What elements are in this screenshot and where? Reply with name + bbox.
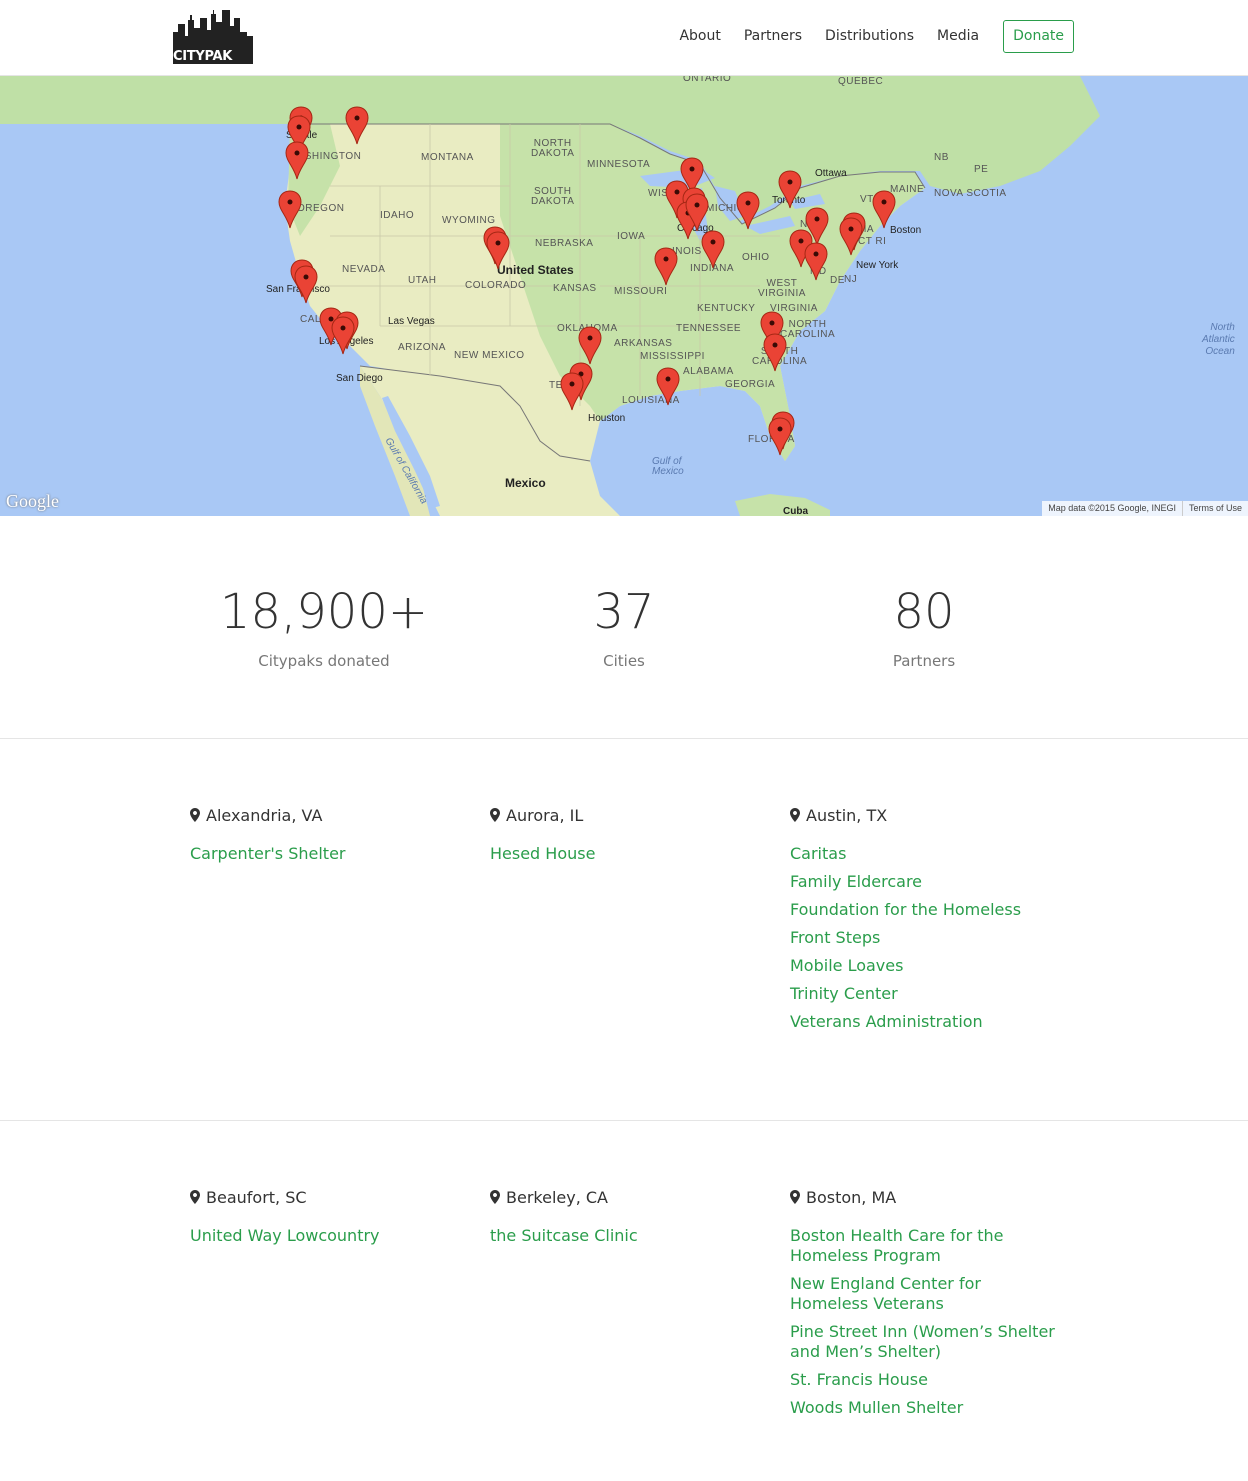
marker-st-louis[interactable] bbox=[654, 247, 678, 286]
distribution-map[interactable]: ONTARIO QUÉBEC NB PE Ottawa MAINE NOVA S… bbox=[0, 76, 1248, 516]
city-group: Austin, TX Caritas Family Eldercare Foun… bbox=[790, 805, 1060, 1040]
partner-link[interactable]: Caritas bbox=[790, 844, 1060, 864]
nav-media[interactable]: Media bbox=[937, 20, 979, 53]
stat-value: 18,900+ bbox=[219, 584, 429, 640]
map-marker-icon bbox=[190, 1190, 200, 1204]
partner-link[interactable]: Front Steps bbox=[790, 928, 1060, 948]
marker-portland[interactable] bbox=[278, 190, 302, 229]
map-markers bbox=[278, 106, 896, 456]
city-group: Aurora, IL Hesed House bbox=[490, 805, 760, 872]
partner-list: Hesed House bbox=[490, 844, 760, 864]
marker-indianapolis[interactable] bbox=[701, 230, 725, 269]
nav-about[interactable]: About bbox=[679, 20, 720, 53]
marker-dc[interactable] bbox=[804, 242, 828, 281]
map-marker-icon bbox=[490, 808, 500, 822]
map-marker-icon bbox=[490, 1190, 500, 1204]
city-heading: Beaufort, SC bbox=[190, 1187, 460, 1207]
city-name: Austin, TX bbox=[806, 805, 888, 825]
partner-list: Boston Health Care for the Homeless Prog… bbox=[790, 1226, 1060, 1418]
stat-label: Partners bbox=[892, 652, 956, 670]
stat-value: 80 bbox=[893, 584, 955, 640]
marker-group bbox=[278, 106, 896, 456]
city-name: Boston, MA bbox=[806, 1187, 897, 1207]
stat-label: Citypaks donated bbox=[258, 652, 390, 670]
partner-link[interactable]: Mobile Loaves bbox=[790, 956, 1060, 976]
partner-link[interactable]: United Way Lowcountry bbox=[190, 1226, 460, 1246]
partner-link[interactable]: Trinity Center bbox=[790, 984, 1060, 1004]
marker-olympia[interactable] bbox=[285, 141, 309, 180]
marker-tampa[interactable] bbox=[768, 417, 792, 456]
marker-la-3[interactable] bbox=[331, 316, 355, 355]
map-data-credit: Map data ©2015 Google, INEGI bbox=[1048, 503, 1176, 513]
city-group: Alexandria, VA Carpenter's Shelter bbox=[190, 805, 460, 872]
city-heading: Austin, TX bbox=[790, 805, 1060, 825]
partner-link[interactable]: St. Francis House bbox=[790, 1370, 1060, 1390]
partner-link[interactable]: Woods Mullen Shelter bbox=[790, 1398, 1060, 1418]
marker-toronto[interactable] bbox=[778, 170, 802, 209]
logo-text: CITYPAK bbox=[173, 49, 233, 64]
city-heading: Berkeley, CA bbox=[490, 1187, 760, 1207]
partner-link[interactable]: Pine Street Inn (Women’s Shelter and Men… bbox=[790, 1322, 1060, 1362]
city-name: Alexandria, VA bbox=[206, 805, 323, 825]
city-row: Alexandria, VA Carpenter's Shelter Auror… bbox=[0, 739, 1248, 1121]
map-marker-icon bbox=[790, 1190, 800, 1204]
stat-partners: 80 Partners bbox=[774, 584, 1074, 670]
city-heading: Boston, MA bbox=[790, 1187, 1060, 1207]
map-marker-icon bbox=[790, 808, 800, 822]
stat-value: 37 bbox=[593, 584, 655, 640]
marker-austin[interactable] bbox=[560, 372, 584, 411]
stat-citypaks: 18,900+ Citypaks donated bbox=[174, 584, 474, 670]
partner-link[interactable]: New England Center for Homeless Veterans bbox=[790, 1274, 1060, 1314]
main-nav: About Partners Distributions Media Donat… bbox=[656, 20, 1074, 53]
marker-spokane[interactable] bbox=[345, 106, 369, 145]
donate-button[interactable]: Donate bbox=[1003, 20, 1074, 53]
city-name: Beaufort, SC bbox=[206, 1187, 307, 1207]
city-name: Aurora, IL bbox=[506, 805, 584, 825]
city-group: Boston, MA Boston Health Care for the Ho… bbox=[790, 1187, 1060, 1426]
marker-detroit[interactable] bbox=[736, 191, 760, 230]
nav-distributions[interactable]: Distributions bbox=[825, 20, 914, 53]
marker-beaufort[interactable] bbox=[763, 333, 787, 372]
partner-list: the Suitcase Clinic bbox=[490, 1226, 760, 1246]
stat-cities: 37 Cities bbox=[474, 584, 774, 670]
marker-boston[interactable] bbox=[872, 190, 896, 229]
partner-list: Carpenter's Shelter bbox=[190, 844, 460, 864]
partner-link[interactable]: Hesed House bbox=[490, 844, 760, 864]
city-group: Berkeley, CA the Suitcase Clinic bbox=[490, 1187, 760, 1254]
map-marker-icon bbox=[190, 808, 200, 822]
marker-new-orleans[interactable] bbox=[656, 367, 680, 406]
nav-partners[interactable]: Partners bbox=[744, 20, 802, 53]
partner-link[interactable]: Foundation for the Homeless bbox=[790, 900, 1060, 920]
map-attribution: Map data ©2015 Google, INEGI Terms of Us… bbox=[1042, 501, 1248, 516]
marker-sf-2[interactable] bbox=[294, 265, 318, 304]
stats-section: 18,900+ Citypaks donated 37 Cities 80 Pa… bbox=[0, 516, 1248, 739]
city-row: Beaufort, SC United Way Lowcountry Berke… bbox=[0, 1121, 1248, 1481]
city-group: Beaufort, SC United Way Lowcountry bbox=[190, 1187, 460, 1254]
marker-denver-2[interactable] bbox=[486, 231, 510, 270]
marker-okc[interactable] bbox=[578, 326, 602, 365]
partner-list: Caritas Family Eldercare Foundation for … bbox=[790, 844, 1060, 1032]
partner-link[interactable]: the Suitcase Clinic bbox=[490, 1226, 760, 1246]
terms-of-use-link[interactable]: Terms of Use bbox=[1181, 501, 1248, 516]
partner-list: United Way Lowcountry bbox=[190, 1226, 460, 1246]
marker-nyc[interactable] bbox=[839, 217, 863, 256]
city-heading: Aurora, IL bbox=[490, 805, 760, 825]
partner-link[interactable]: Boston Health Care for the Homeless Prog… bbox=[790, 1226, 1060, 1266]
city-name: Berkeley, CA bbox=[506, 1187, 608, 1207]
site-header: CITYPAK About Partners Distributions Med… bbox=[0, 0, 1248, 76]
stat-label: Cities bbox=[603, 652, 645, 670]
city-heading: Alexandria, VA bbox=[190, 805, 460, 825]
partner-link[interactable]: Family Eldercare bbox=[790, 872, 1060, 892]
partner-link[interactable]: Carpenter's Shelter bbox=[190, 844, 460, 864]
partner-link[interactable]: Veterans Administration bbox=[790, 1012, 1060, 1032]
citypak-logo[interactable]: CITYPAK bbox=[173, 10, 253, 64]
google-logo: Google bbox=[6, 491, 59, 511]
